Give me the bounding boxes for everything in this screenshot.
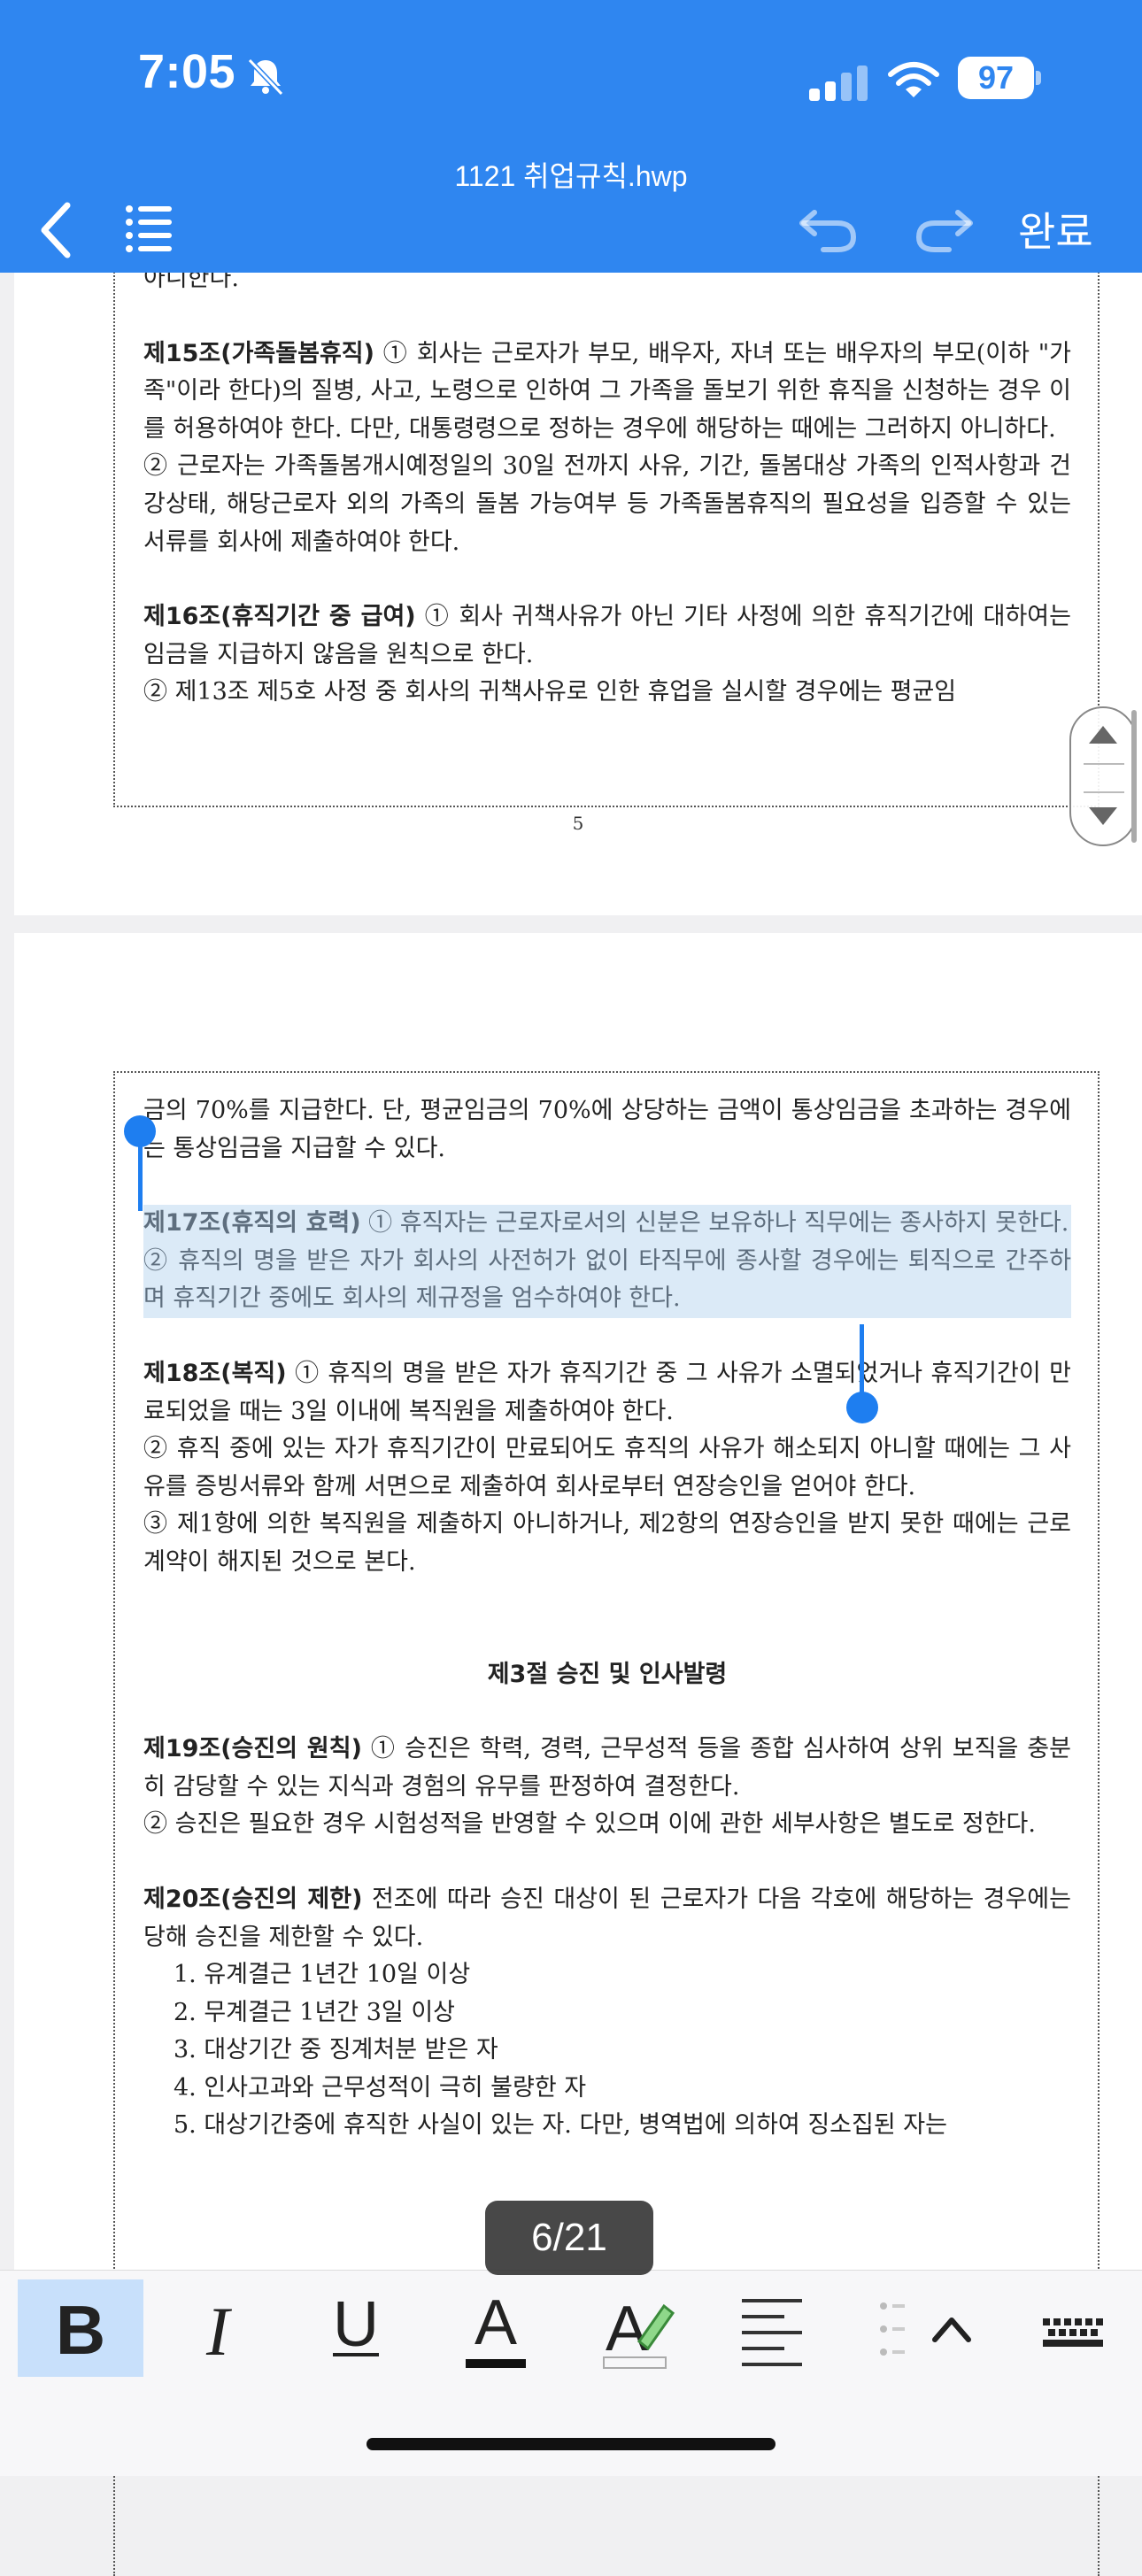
article-18-para1: 제18조(복직) ① 휴직의 명을 받은 자가 휴직기간 중 그 사유가 소멸되… bbox=[143, 1355, 1071, 1431]
article-18-para2: ② 휴직 중에 있는 자가 휴직기간이 만료되어도 휴직의 사유가 해소되지 아… bbox=[143, 1435, 1071, 1500]
article-16-title: 제16조(휴직기간 중 급여) bbox=[143, 603, 416, 631]
back-chevron-icon[interactable] bbox=[32, 198, 81, 262]
outline-list-icon[interactable] bbox=[124, 202, 174, 255]
page-up-arrow-icon[interactable] bbox=[1089, 726, 1117, 744]
list-item: 3. 대상기간 중 징계처분 받은 자 bbox=[174, 2036, 498, 2064]
italic-label: I bbox=[206, 2293, 229, 2370]
page6-body[interactable]: 금의 70%를 지급한다. 단, 평균임금의 70%에 상당하는 금액이 통상임… bbox=[143, 1092, 1071, 2145]
battery-level: 97 bbox=[958, 57, 1034, 99]
battery-tip bbox=[1036, 71, 1041, 85]
collapse-toolbar-button[interactable] bbox=[912, 2279, 992, 2377]
list-item: 5. 대상기간중에 휴직한 사실이 있는 자. 다만, 병역법에 의하여 징소집… bbox=[174, 2111, 947, 2140]
list-item: 2. 무계결근 1년간 3일 이상 bbox=[174, 1998, 456, 2026]
article-17-title: 제17조(휴직의 효력) bbox=[143, 1209, 361, 1238]
article-19-para2: ② 승진은 필요한 경우 시험성적을 반영할 수 있으며 이에 관한 세부사항은… bbox=[143, 1810, 1036, 1839]
article-16-para1: 제16조(휴직기간 중 급여) ① 회사 귀책사유가 아닌 기타 사정에 의한 … bbox=[143, 598, 1071, 674]
article-17-para1: 제17조(휴직의 효력) ① 휴직자는 근로자로서의 신분은 보유하나 직무에는… bbox=[143, 1205, 1071, 1243]
done-button[interactable]: 완료 bbox=[1018, 200, 1093, 258]
page-number: 5 bbox=[572, 813, 584, 834]
underline-button[interactable]: U bbox=[294, 2279, 418, 2377]
scroll-grip-icon bbox=[1084, 763, 1124, 793]
font-color-button[interactable]: A bbox=[434, 2279, 558, 2377]
text-selection[interactable]: 제17조(휴직의 효력) ① 휴직자는 근로자로서의 신분은 보유하나 직무에는… bbox=[143, 1205, 1071, 1318]
underline-label: U bbox=[333, 2289, 379, 2360]
article-16-para2: ② 제13조 제5호 사정 중 회사의 귀책사유로 인한 휴업을 실시할 경우에… bbox=[143, 678, 957, 706]
page-indicator: 6/21 bbox=[485, 2201, 653, 2275]
bell-off-icon bbox=[247, 58, 284, 96]
selection-start-caret bbox=[138, 1142, 143, 1211]
section-3-title: 제3절 승진 및 인사발령 bbox=[487, 1660, 728, 1688]
wifi-icon bbox=[888, 62, 939, 97]
page-down-arrow-icon[interactable] bbox=[1089, 807, 1117, 825]
italic-button[interactable]: I bbox=[156, 2279, 280, 2377]
highlight-button[interactable]: A bbox=[574, 2279, 698, 2377]
document-page-5: 아니한다. 제15조(가족돌봄휴직) ① 회사는 근로자가 부모, 배우자, 자… bbox=[14, 212, 1142, 915]
align-left-icon bbox=[742, 2299, 802, 2366]
bullet-list-icon bbox=[880, 2302, 905, 2356]
bold-label: B bbox=[55, 2291, 106, 2369]
font-color-swatch bbox=[466, 2359, 526, 2368]
chevron-up-icon bbox=[932, 2318, 971, 2342]
page-scroll-control[interactable] bbox=[1069, 706, 1137, 846]
article-17-text1: ① 휴직자는 근로자로서의 신분은 보유하나 직무에는 종사하지 못한다. bbox=[360, 1209, 1069, 1238]
font-color-label: A bbox=[474, 2287, 518, 2358]
continued-text: 금의 70%를 지급한다. 단, 평균임금의 70%에 상당하는 금액이 통상임… bbox=[143, 1097, 1071, 1162]
keyboard-icon bbox=[1043, 2318, 1103, 2347]
article-19-para1: 제19조(승진의 원칙) ① 승진은 학력, 경력, 근무성적 등을 종합 심사… bbox=[143, 1731, 1071, 1806]
article-15-para2: ② 근로자는 가족돌봄개시예정일의 30일 전까지 사유, 기간, 돌봄대상 가… bbox=[143, 452, 1071, 556]
list-item: 1. 유계결근 1년간 10일 이상 bbox=[174, 1961, 471, 1989]
cellular-signal-icon bbox=[809, 66, 868, 101]
article-15-para1: 제15조(가족돌봄휴직) ① 회사는 근로자가 부모, 배우자, 자녀 또는 배… bbox=[143, 335, 1071, 449]
article-18-title: 제18조(복직) bbox=[143, 1359, 287, 1387]
page5-body[interactable]: 아니한다. 제15조(가족돌봄휴직) ① 회사는 근로자가 부모, 배우자, 자… bbox=[143, 260, 1071, 712]
home-indicator[interactable] bbox=[367, 2438, 775, 2450]
scrollbar[interactable] bbox=[1131, 710, 1137, 843]
article-19-title: 제19조(승진의 원칙) bbox=[143, 1735, 362, 1763]
selection-end-handle[interactable] bbox=[846, 1392, 878, 1423]
battery-indicator: 97 bbox=[958, 57, 1041, 99]
list-item: 4. 인사고과와 근무성적이 극히 불량한 자 bbox=[174, 2073, 587, 2102]
selection-end-caret bbox=[860, 1324, 864, 1395]
article-15-title: 제15조(가족돌봄휴직) bbox=[143, 339, 374, 367]
section-heading: 제3절 승진 및 인사발령 bbox=[143, 1656, 1071, 1694]
bold-button[interactable]: B bbox=[18, 2279, 143, 2377]
article-20-para1: 제20조(승진의 제한) 전조에 따라 승진 대상이 된 근로자가 다음 각호에… bbox=[143, 1881, 1071, 1956]
keyboard-button[interactable] bbox=[1018, 2279, 1124, 2377]
highlight-label: A bbox=[606, 2294, 648, 2364]
article-20-title: 제20조(승진의 제한) bbox=[143, 1885, 363, 1913]
article-18-para3: ③ 제1항에 의한 복직원을 제출하지 아니하거나, 제2항의 연장승인을 받지… bbox=[143, 1510, 1071, 1576]
status-time: 7:05 bbox=[138, 45, 236, 98]
redo-icon[interactable] bbox=[912, 200, 976, 253]
align-button[interactable] bbox=[714, 2279, 837, 2377]
app-header: 7:05 97 1121 취업규칙.hwp 완료 bbox=[0, 0, 1142, 273]
highlighter-icon: A bbox=[603, 2294, 675, 2369]
document-title: 1121 취업규칙.hwp bbox=[454, 160, 688, 192]
undo-icon[interactable] bbox=[797, 200, 860, 253]
article-17-para2: ② 휴직의 명을 받은 자가 회사의 사전허가 없이 타직무에 종사할 경우에는… bbox=[143, 1246, 1071, 1313]
